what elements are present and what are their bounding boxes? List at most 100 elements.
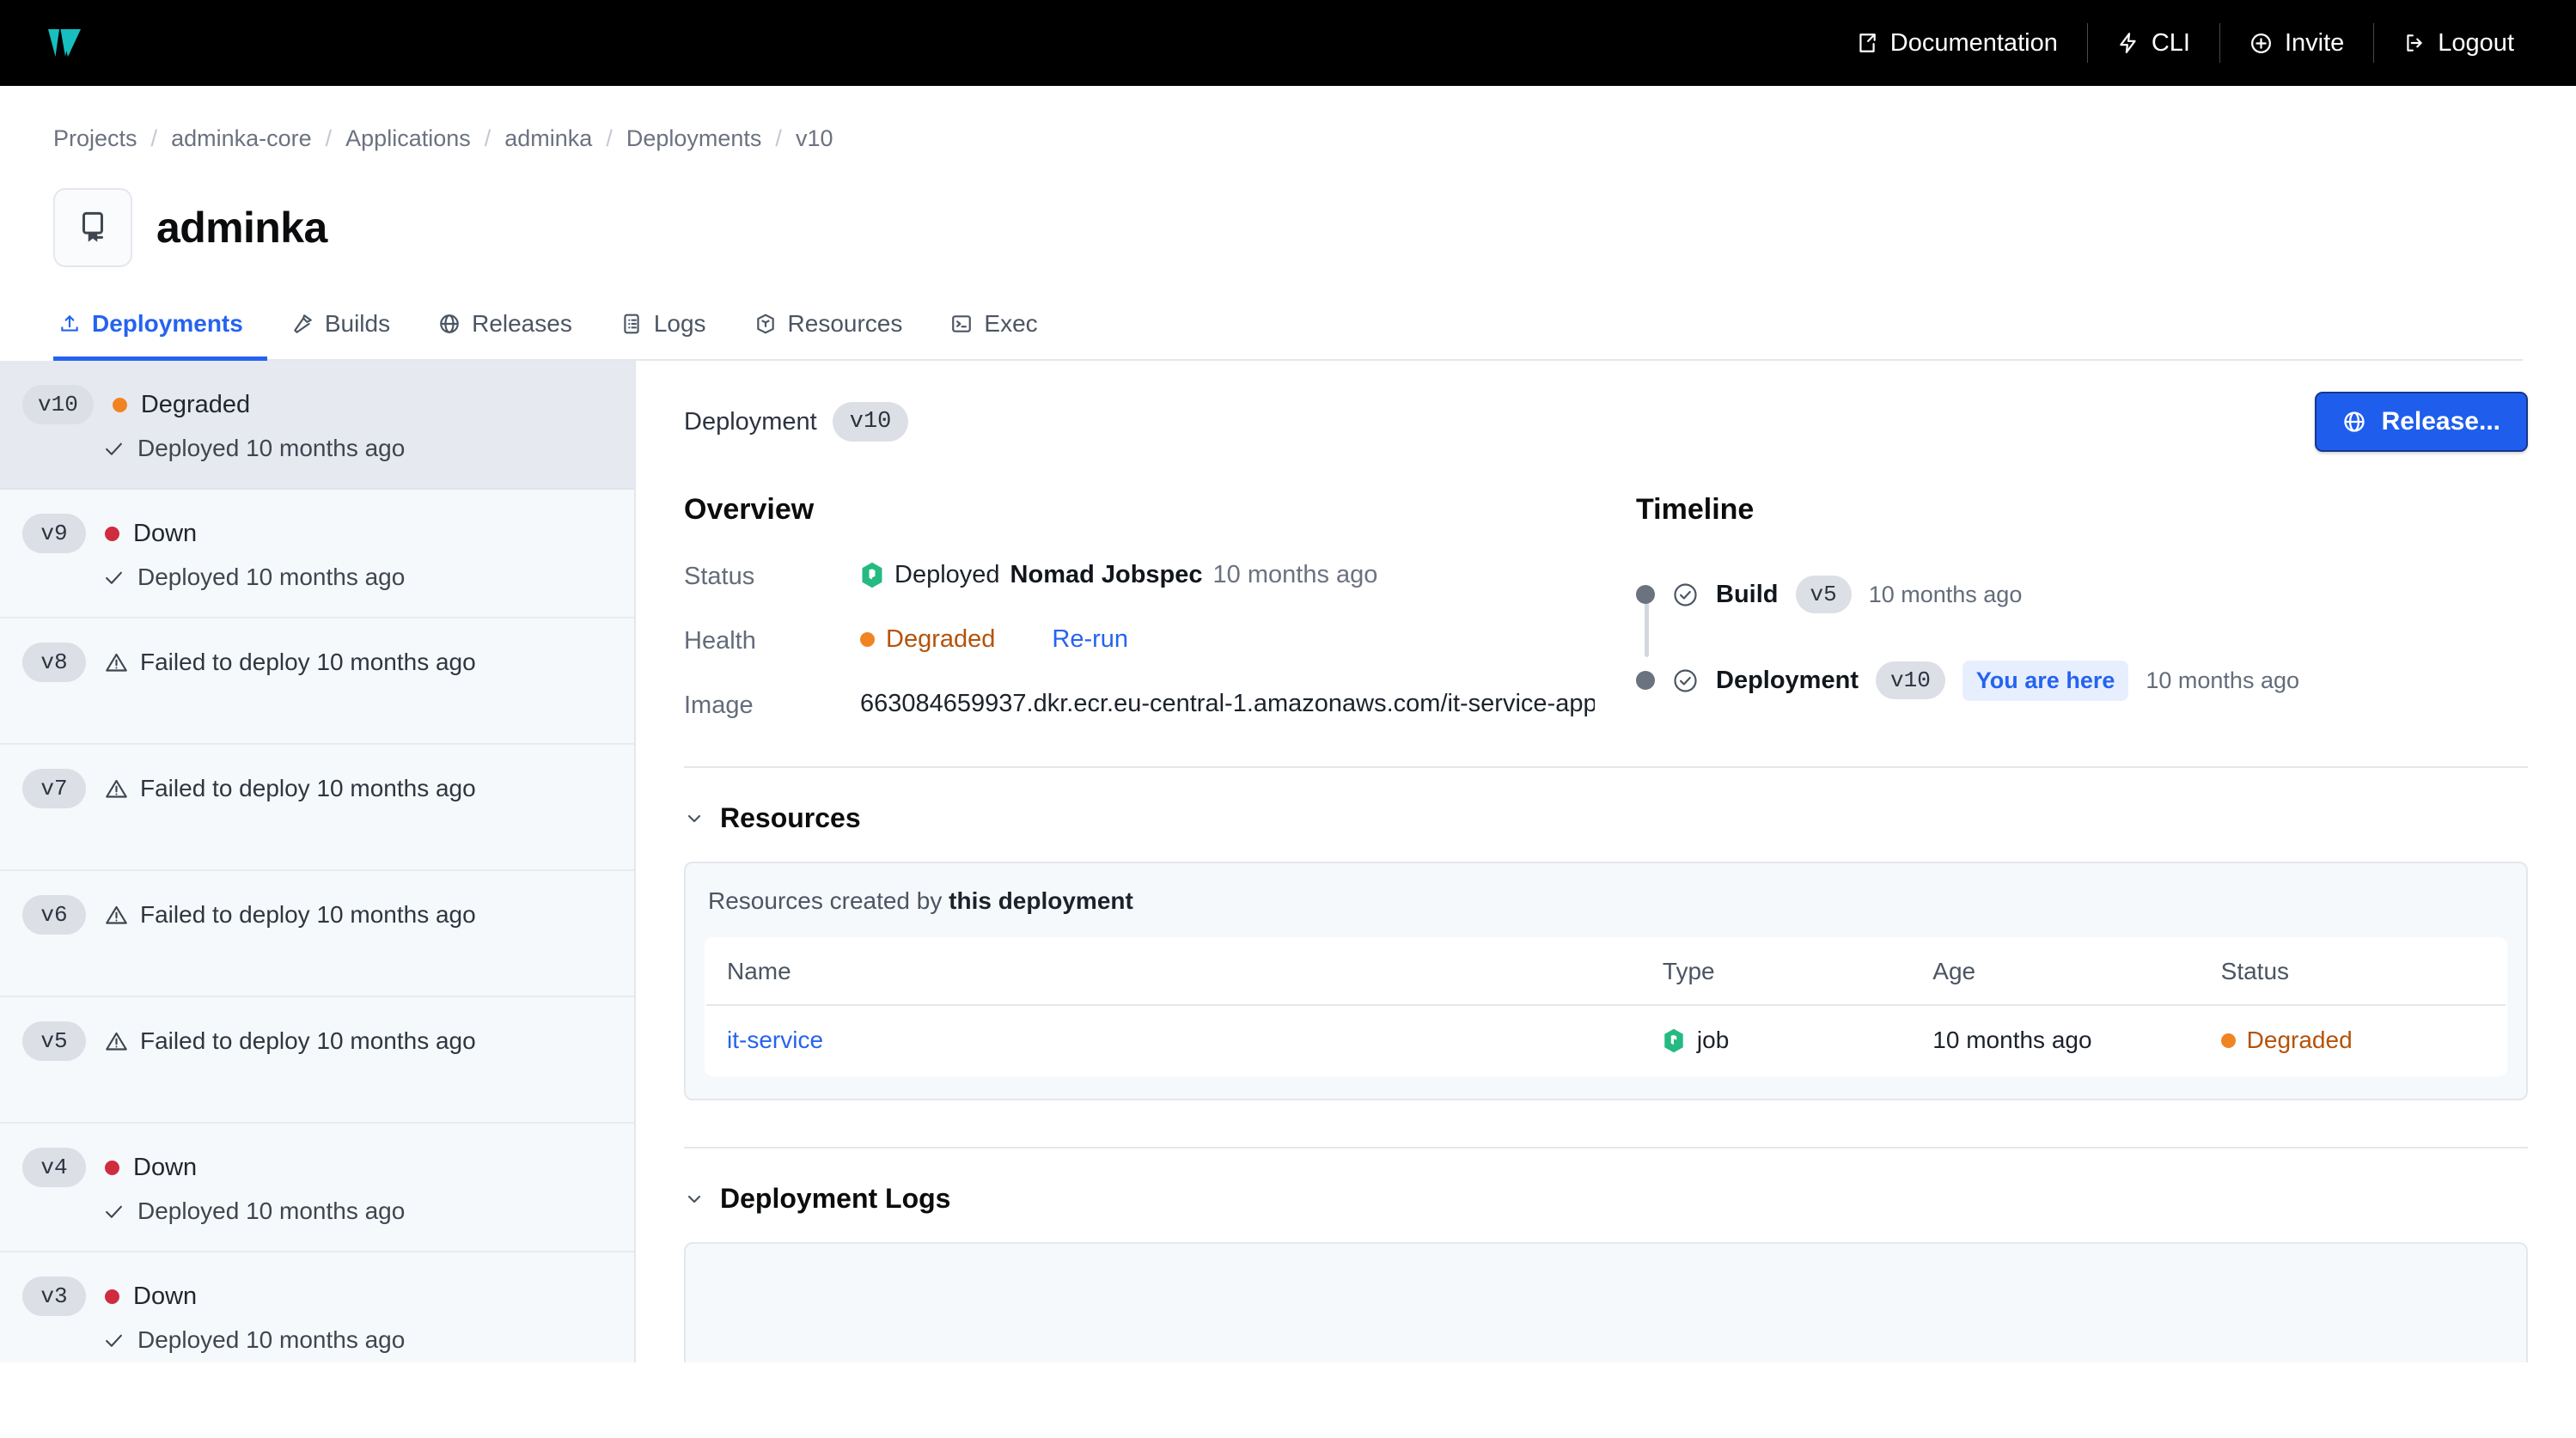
check-circle-icon (1672, 667, 1699, 694)
terminal-icon (950, 313, 973, 335)
external-document-icon (1856, 32, 1878, 54)
deployment-list-item-v5[interactable]: v5 Failed to deploy 10 months ago (0, 997, 634, 1124)
timeline-deployment-label: Deployment (1716, 667, 1859, 695)
column-header-status: Status (2201, 938, 2506, 1005)
status-platform: Nomad Jobspec (1010, 561, 1203, 589)
section-divider (684, 1147, 2528, 1149)
deployment-list-item-v8[interactable]: v8 Failed to deploy 10 months ago (0, 618, 634, 745)
tab-releases[interactable]: Releases (414, 310, 596, 361)
check-icon (103, 438, 125, 460)
tab-exec[interactable]: Exec (926, 310, 1061, 361)
status-time: 10 months ago (1213, 561, 1378, 589)
breadcrumb-item-adminka-core[interactable]: adminka-core (171, 125, 312, 152)
timeline-build-time: 10 months ago (1869, 582, 2023, 608)
release-button[interactable]: Release... (2315, 392, 2528, 452)
column-header-type: Type (1642, 938, 1912, 1005)
overview-row-status: Status Deployed Nomad Jobspec 10 months … (684, 561, 1595, 591)
version-badge: v10 (22, 385, 94, 424)
re-run-link[interactable]: Re-run (1052, 625, 1128, 654)
you-are-here-badge: You are here (1963, 661, 2129, 701)
hexagon-box-icon (754, 313, 777, 335)
tab-builds[interactable]: Builds (267, 310, 414, 361)
page-header: adminka (0, 152, 2576, 267)
tab-deployments[interactable]: Deployments (53, 310, 267, 361)
status-prefix: Deployed (894, 561, 1000, 589)
deployment-list-item-v10[interactable]: v10 Degraded Deployed 10 months ago (0, 361, 634, 490)
table-header-row: Name Type Age Status (705, 938, 2506, 1005)
overview-row-image: Image 663084659937.dkr.ecr.eu-central-1.… (684, 690, 1595, 720)
app-bookmark-icon (53, 188, 132, 267)
breadcrumb-item-adminka[interactable]: adminka (504, 125, 592, 152)
resource-name-link[interactable]: it-service (727, 1027, 823, 1053)
deployment-subtext: Deployed 10 months ago (137, 564, 405, 591)
breadcrumb-separator: / (606, 125, 613, 152)
deployment-subtext: Deployed 10 months ago (137, 1326, 405, 1354)
overview-timeline-columns: Overview Status Deployed Nomad Jobspec (684, 493, 2528, 720)
resource-type-cell: job (1663, 1027, 1891, 1054)
breadcrumb-separator: / (151, 125, 158, 152)
deployment-subtext: Deployed 10 months ago (137, 1197, 405, 1225)
section-divider (684, 766, 2528, 768)
check-circle-icon (1672, 582, 1699, 608)
status-dot-degraded (113, 398, 127, 412)
overview-row-health: Health Degraded Re-run (684, 625, 1595, 655)
tab-bar: Deployments Builds Releases Logs (53, 310, 2523, 361)
timeline-row-deployment[interactable]: Deployment v10 You are here 10 months ag… (1636, 657, 2528, 704)
resources-caption-bold: this deployment (949, 887, 1133, 914)
deployment-list-item-v4[interactable]: v4 Down Deployed 10 months ago (0, 1124, 634, 1252)
deployment-list-item-v3[interactable]: v3 Down Deployed 10 months ago (0, 1252, 634, 1362)
nav-cli[interactable]: CLI (2088, 29, 2219, 58)
nav-cli-label: CLI (2152, 29, 2190, 58)
nomad-hexagon-icon (1663, 1028, 1685, 1053)
deployment-logs-panel[interactable] (684, 1242, 2528, 1362)
warning-triangle-icon (105, 777, 128, 801)
nomad-hexagon-icon (860, 562, 884, 588)
health-key: Health (684, 625, 860, 655)
deployment-logs-toggle[interactable]: Deployment Logs (684, 1183, 2528, 1215)
timeline-row-build[interactable]: Build v5 10 months ago (1636, 571, 2528, 618)
timeline-deployment-version: v10 (1876, 661, 1945, 699)
tab-resources[interactable]: Resources (730, 310, 927, 361)
resource-age: 10 months ago (1932, 1027, 2091, 1053)
warning-triangle-icon (105, 904, 128, 927)
version-badge: v5 (22, 1021, 86, 1061)
timeline-build-label: Build (1716, 581, 1779, 609)
content-area: v10 Degraded Deployed 10 months ago v9 D… (0, 361, 2576, 1362)
breadcrumb-item-projects[interactable]: Projects (53, 125, 137, 152)
resource-status-badge: Degraded (2221, 1027, 2485, 1054)
resources-title: Resources (720, 802, 861, 834)
plus-circle-icon (2249, 32, 2273, 55)
nav-invite[interactable]: Invite (2220, 29, 2373, 58)
deployment-status-label: Degraded (141, 391, 250, 419)
timeline-title: Timeline (1636, 493, 2528, 527)
deployment-status-label: Failed to deploy 10 months ago (140, 901, 476, 929)
deployment-list-item-v9[interactable]: v9 Down Deployed 10 months ago (0, 490, 634, 618)
status-dot-down (105, 1289, 119, 1304)
deployment-list-item-v6[interactable]: v6 Failed to deploy 10 months ago (0, 871, 634, 997)
breadcrumb-item-deployments[interactable]: Deployments (626, 125, 762, 152)
tab-exec-label: Exec (984, 310, 1037, 338)
deployment-heading-label: Deployment (684, 408, 817, 436)
tab-logs[interactable]: Logs (596, 310, 730, 361)
table-row[interactable]: it-service job (705, 1005, 2506, 1075)
deployments-sidebar[interactable]: v10 Degraded Deployed 10 months ago v9 D… (0, 361, 636, 1362)
resource-type-label: job (1697, 1027, 1729, 1054)
nav-documentation-label: Documentation (1890, 29, 2058, 58)
timeline-list: Build v5 10 months ago Deployment v10 Yo… (1636, 571, 2528, 704)
column-header-age: Age (1912, 938, 2200, 1005)
deployment-list-item-v7[interactable]: v7 Failed to deploy 10 months ago (0, 745, 634, 871)
nav-invite-label: Invite (2285, 29, 2344, 58)
version-badge: v7 (22, 769, 86, 808)
nav-documentation[interactable]: Documentation (1827, 29, 2087, 58)
resources-section-toggle[interactable]: Resources (684, 802, 2528, 834)
nav-logout[interactable]: Logout (2374, 29, 2543, 58)
waypoint-logo[interactable] (45, 21, 89, 65)
deployment-status-label: Down (133, 1154, 197, 1182)
resource-status-label: Degraded (2247, 1027, 2353, 1054)
timeline-bullet (1636, 671, 1655, 690)
tab-logs-label: Logs (654, 310, 706, 338)
deployment-subtext: Deployed 10 months ago (137, 435, 405, 462)
breadcrumb-item-v10[interactable]: v10 (796, 125, 833, 152)
breadcrumb-item-applications[interactable]: Applications (345, 125, 471, 152)
status-key: Status (684, 561, 860, 591)
